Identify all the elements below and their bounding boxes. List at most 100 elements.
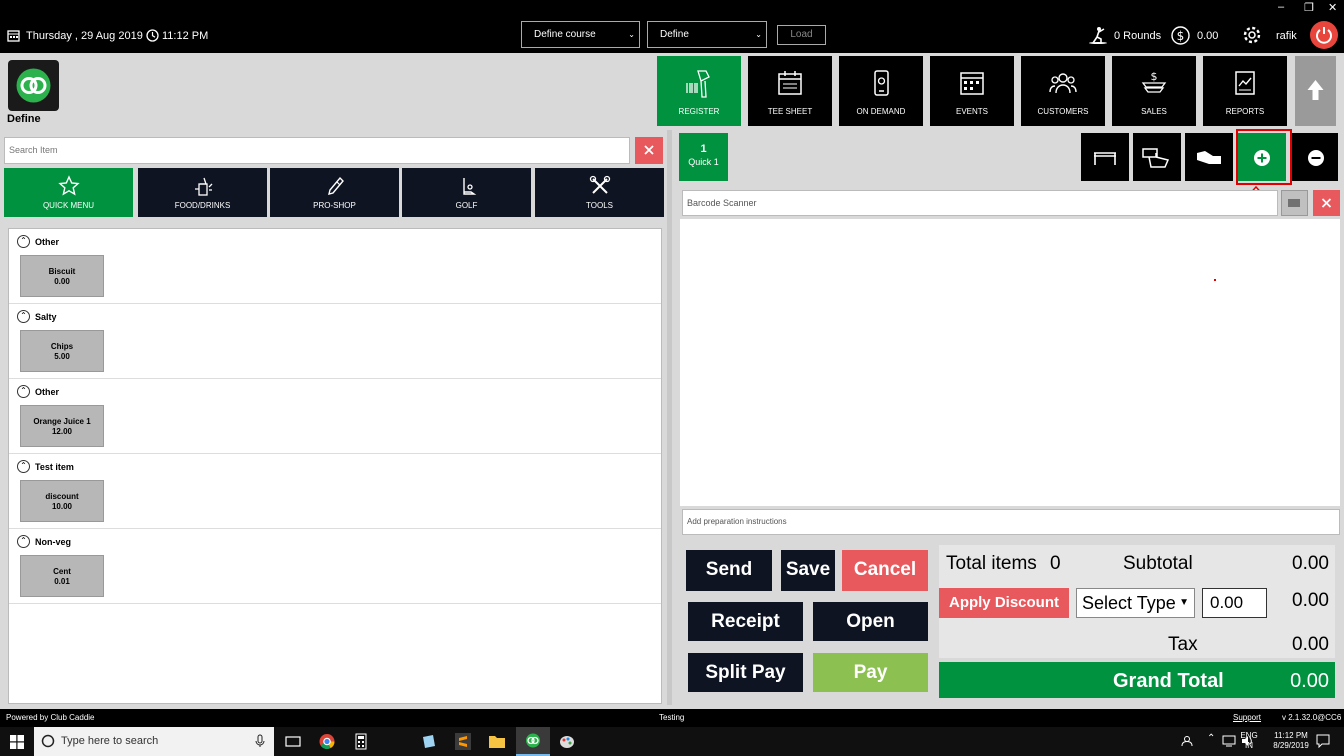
transfer-button[interactable] <box>1133 133 1181 181</box>
nav-tee-sheet-button[interactable]: TEE SHEET <box>748 56 832 126</box>
hand-over-button[interactable] <box>1185 133 1233 181</box>
category-pro-shop[interactable]: PRO-SHOP <box>270 168 399 217</box>
grand-total-label: Grand Total <box>1113 670 1224 692</box>
item-name: discount <box>45 492 79 501</box>
task-view-icon[interactable] <box>284 733 302 750</box>
taskbar-search-placeholder: Type here to search <box>61 735 159 747</box>
sublime-text-icon[interactable] <box>454 733 472 750</box>
category-tools[interactable]: TOOLS <box>535 168 664 217</box>
subtotal-value: 0.00 <box>1292 553 1329 574</box>
open-button[interactable]: Open <box>813 602 928 641</box>
clock-time: 11:12 PM <box>1274 731 1308 740</box>
item-tile[interactable]: discount 10.00 <box>20 480 104 522</box>
arrow-up-icon <box>1307 80 1324 100</box>
item-name: Orange Juice 1 <box>33 417 91 426</box>
course-select-value: Define course <box>534 29 596 40</box>
item-tile[interactable]: Chips 5.00 <box>20 330 104 372</box>
close-icon[interactable]: ✕ <box>1328 1 1337 14</box>
reports-icon <box>1235 71 1255 95</box>
calculator-icon[interactable] <box>352 733 370 750</box>
scroll-up-button[interactable] <box>1295 56 1336 126</box>
environment-label: Testing <box>659 713 685 722</box>
tax-value: 0.00 <box>1292 634 1329 655</box>
barcode-scan-button[interactable] <box>1281 190 1308 216</box>
system-clock[interactable]: 11:12 PM 8/29/2019 <box>1264 731 1318 751</box>
group-header[interactable]: ⌃ Salty <box>17 310 57 323</box>
minimize-icon[interactable]: – <box>1278 1 1284 13</box>
paint-app-icon[interactable] <box>558 733 576 750</box>
category-quick-menu[interactable]: QUICK MENU <box>4 168 133 217</box>
svg-text:$: $ <box>1151 70 1158 83</box>
item-tile[interactable]: Orange Juice 1 12.00 <box>20 405 104 447</box>
language-indicator[interactable]: ENG IN <box>1240 731 1258 751</box>
group-header[interactable]: ⌃ Test item <box>17 460 74 473</box>
nav-sales-button[interactable]: $ SALES <box>1112 56 1196 126</box>
region-code: IN <box>1245 741 1253 750</box>
preparation-instructions-input[interactable]: Add preparation instructions <box>682 509 1340 535</box>
nav-register-label: REGISTER <box>678 107 720 116</box>
app-blue-icon[interactable] <box>420 733 438 750</box>
tee-sheet-icon <box>778 71 802 95</box>
group-header[interactable]: ⌃ Non-veg <box>17 535 71 548</box>
chevron-up-icon[interactable]: ⌃ <box>1207 733 1215 744</box>
network-icon[interactable] <box>1222 735 1236 747</box>
current-time: 11:12 PM <box>162 30 209 42</box>
order-tab-quick-1[interactable]: 1 Quick 1 <box>679 133 728 181</box>
notification-icon[interactable] <box>1316 734 1330 748</box>
panel-divider[interactable] <box>667 130 672 705</box>
collapse-icon[interactable]: ⌃ <box>17 535 30 548</box>
support-link[interactable]: Support <box>1233 713 1261 722</box>
nav-events-button[interactable]: EVENTS <box>930 56 1014 126</box>
nav-customers-button[interactable]: CUSTOMERS <box>1021 56 1105 126</box>
power-button[interactable] <box>1310 21 1338 49</box>
course-select[interactable]: Define course ⌄ <box>521 21 640 48</box>
collapse-icon[interactable]: ⌃ <box>17 385 30 398</box>
nav-register-button[interactable]: REGISTER <box>657 56 741 126</box>
category-tools-label: TOOLS <box>586 201 613 210</box>
category-golf[interactable]: GOLF <box>402 168 531 217</box>
category-food-drinks[interactable]: FOOD/DRINKS <box>138 168 267 217</box>
tools-icon <box>589 175 610 194</box>
pro-shop-icon <box>327 176 344 195</box>
nav-on-demand-button[interactable]: ON DEMAND <box>839 56 923 126</box>
windows-start-icon[interactable] <box>10 735 24 749</box>
remove-order-button[interactable] <box>1290 133 1338 181</box>
taskbar-search-input[interactable]: Type here to search <box>34 727 274 756</box>
collapse-icon[interactable]: ⌃ <box>17 310 30 323</box>
barcode-scanner-input[interactable]: Barcode Scanner <box>682 190 1278 216</box>
discount-type-select[interactable]: Select Type ▼ <box>1076 588 1195 618</box>
close-icon <box>644 145 654 155</box>
club-caddie-taskbar-button[interactable] <box>516 727 550 756</box>
clear-search-button[interactable] <box>635 137 663 164</box>
gear-icon[interactable] <box>1242 25 1262 45</box>
collapse-icon[interactable]: ⌃ <box>17 460 30 473</box>
load-button[interactable]: Load <box>777 25 826 45</box>
nav-reports-button[interactable]: REPORTS <box>1203 56 1287 126</box>
subtotal-label: Subtotal <box>1123 553 1193 574</box>
search-input[interactable]: Search Item <box>4 137 630 164</box>
collapse-icon[interactable]: ⌃ <box>17 235 30 248</box>
people-icon[interactable] <box>1181 735 1193 747</box>
discount-amount-input[interactable]: 0.00 <box>1202 588 1267 618</box>
item-tile[interactable]: Biscuit 0.00 <box>20 255 104 297</box>
send-button[interactable]: Send <box>686 550 772 591</box>
table-button[interactable] <box>1081 133 1129 181</box>
microphone-icon[interactable] <box>255 734 265 748</box>
restore-icon[interactable]: ❐ <box>1304 1 1314 14</box>
apply-discount-button[interactable]: Apply Discount <box>939 588 1069 618</box>
define-select[interactable]: Define ⌄ <box>647 21 767 48</box>
grand-total-bar: Grand Total 0.00 <box>939 662 1335 698</box>
receipt-button[interactable]: Receipt <box>688 602 803 641</box>
group-header[interactable]: ⌃ Other <box>17 235 59 248</box>
split-pay-button[interactable]: Split Pay <box>688 653 803 692</box>
save-button[interactable]: Save <box>781 550 835 591</box>
item-price: 0.01 <box>54 577 70 586</box>
pay-button[interactable]: Pay <box>813 653 928 692</box>
item-tile[interactable]: Cent 0.01 <box>20 555 104 597</box>
discount-type-value: Select Type <box>1082 593 1176 613</box>
chrome-icon[interactable] <box>318 733 336 750</box>
cancel-button[interactable]: Cancel <box>842 550 928 591</box>
group-header[interactable]: ⌃ Other <box>17 385 59 398</box>
clear-barcode-button[interactable] <box>1313 190 1340 216</box>
file-explorer-icon[interactable] <box>488 733 506 750</box>
